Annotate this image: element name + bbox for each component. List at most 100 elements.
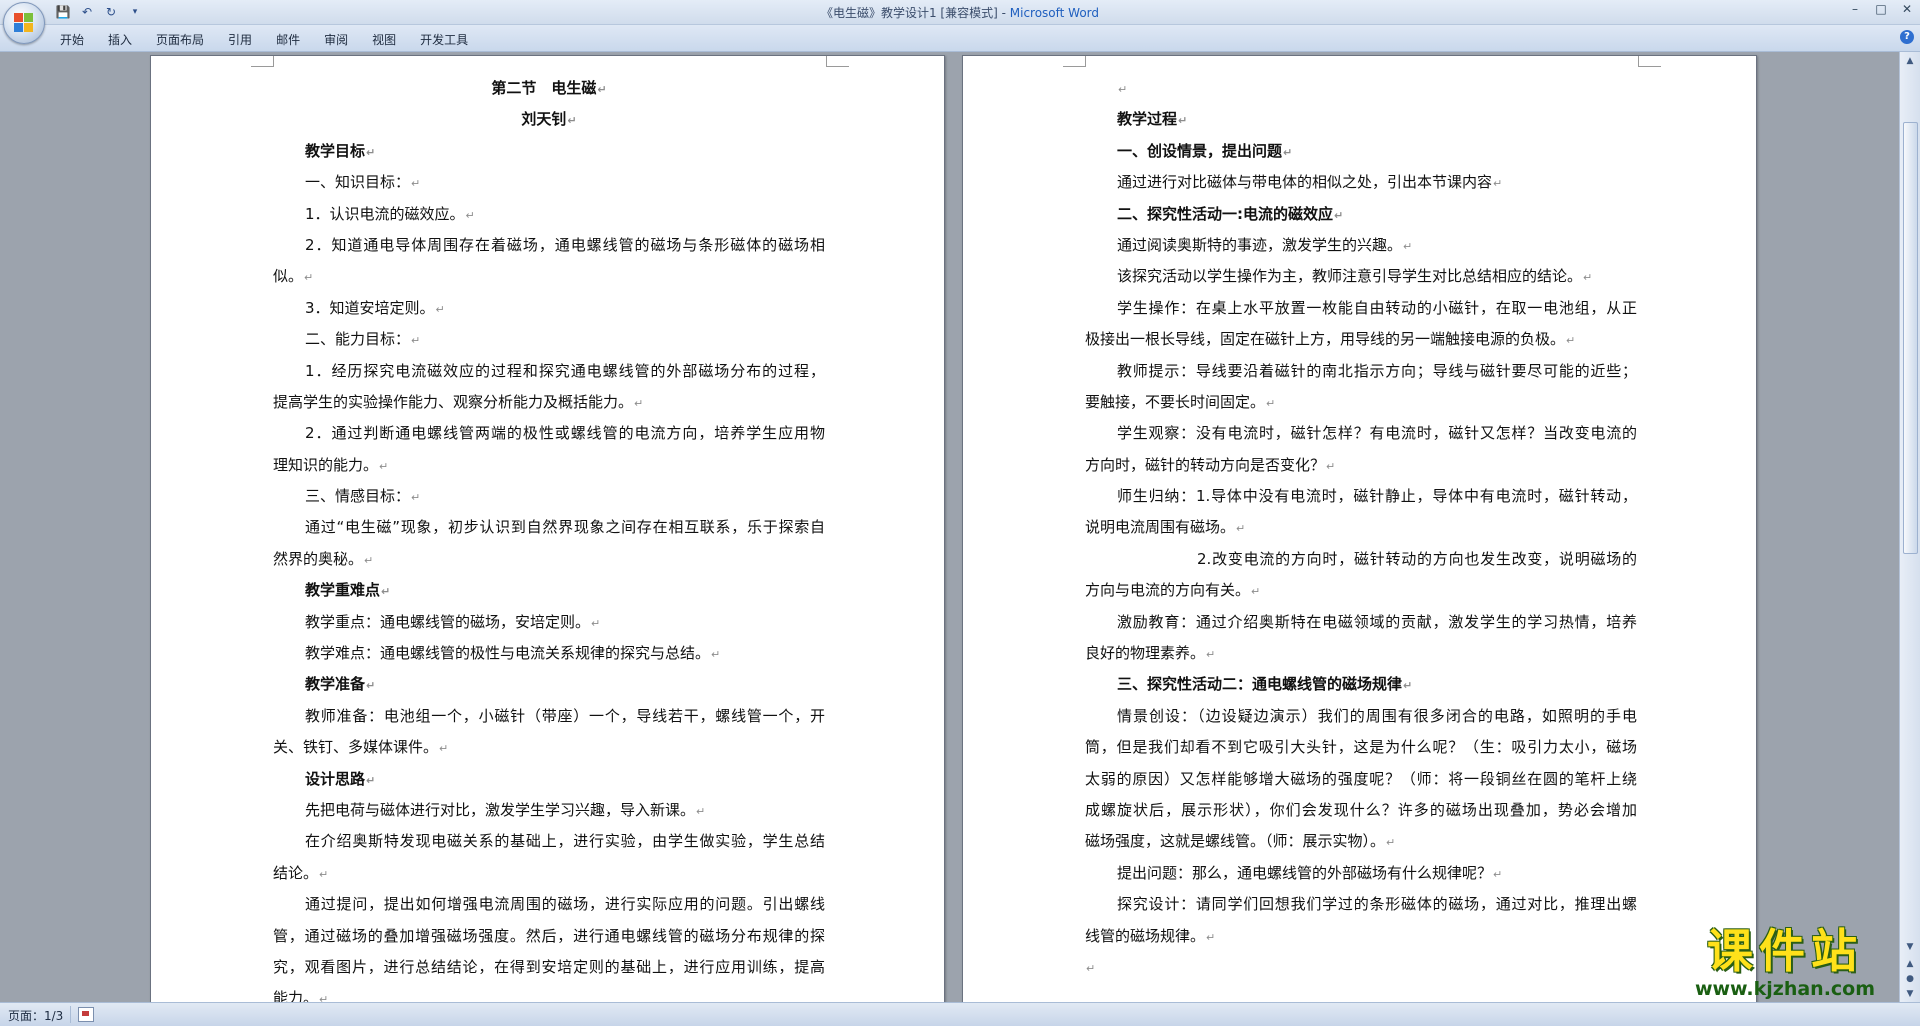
line-text: 激励教育：通过介绍奥斯特在电磁领域的贡献，激发学生的学习热情，培养 (1117, 612, 1637, 631)
paragraph-mark-icon: ↵ (319, 867, 329, 881)
line-text: 1．认识电流的磁效应。 (305, 204, 465, 223)
document-line: 该探究活动以学生操作为主，教师注意引导学生对比总结相应的结论。↵ (1085, 261, 1637, 292)
document-line: 说明电流周围有磁场。↵ (1085, 512, 1637, 543)
window-title: 《电生磁》教学设计1 [兼容模式] - Microsoft Word (0, 4, 1920, 21)
paragraph-mark-icon: ↵ (1251, 585, 1261, 599)
ribbon-tab[interactable]: 审阅 (314, 29, 362, 50)
paragraph-mark-icon: ↵ (1283, 145, 1293, 159)
ribbon-tab[interactable]: 邮件 (266, 29, 314, 50)
line-text: 通过提问，提出如何增强电流周围的磁场，进行实际应用的问题。引出螺线 (305, 895, 825, 914)
document-line: 成螺旋状后，展示形状），你们会发现什么？许多的磁场出现叠加，势必会增加 (1085, 795, 1637, 826)
proofing-icon[interactable] (78, 1007, 94, 1022)
line-text: 方向时，磁针的转动方向是否变化？ (1085, 455, 1326, 474)
line-text: 2．知道通电导体周围存在着磁场，通电螺线管的磁场与条形磁体的磁场相 (305, 235, 825, 254)
document-line: 太弱的原因）又怎样能够增大磁场的强度呢？（师：将一段铜丝在圆的笔杆上绕 (1085, 764, 1637, 795)
line-text: 学生操作：在桌上水平放置一枚能自由转动的小磁针，在取一电池组，从正 (1117, 298, 1637, 317)
line-text: 筒，但是我们却看不到它吸引大头针，这是为什么呢？（生：吸引力太小，磁场 (1085, 738, 1637, 757)
vertical-scrollbar[interactable]: ▲ ▼ ▲ ● ▼ (1899, 52, 1920, 1002)
line-text: 能力。 (273, 989, 319, 1002)
paragraph-mark-icon: ↵ (1266, 396, 1276, 410)
document-line: 良好的物理素养。↵ (1085, 638, 1637, 669)
document-line: ↵ (1085, 73, 1637, 104)
page-2-text[interactable]: ↵ 教学过程↵ 一、创设情景，提出问题↵ 通过进行对比磁体与带电体的相似之处，引出本节… (1085, 73, 1637, 983)
line-text: 线管的磁场规律。 (1085, 926, 1206, 945)
page-1-text[interactable]: 第二节 电生磁↵ 刘天钊↵ 教学目标↵ 一、知识目标：↵ 1．认识电流的磁效应。↵ 2．知… (273, 73, 825, 1002)
paragraph-mark-icon: ↵ (567, 114, 577, 128)
document-line: 三、探究性活动二：通电螺线管的磁场规律↵ (1085, 669, 1637, 700)
document-line: 二、能力目标：↵ (273, 324, 825, 355)
document-line: 二、探究性活动一:电流的磁效应↵ (1085, 199, 1637, 230)
maximize-button[interactable]: □ (1868, 0, 1894, 18)
line-text: 3．知道安培定则。 (305, 298, 435, 317)
line-text: 学生观察：没有电流时，磁针怎样？有电流时，磁针又怎样？当改变电流的 (1117, 424, 1637, 443)
ribbon-tab[interactable]: 引用 (218, 29, 266, 50)
paragraph-mark-icon: ↵ (696, 804, 706, 818)
ribbon-tab[interactable]: 开始 (50, 29, 98, 50)
line-text: 提高学生的实验操作能力、观察分析能力及概括能力。 (273, 392, 634, 411)
paragraph-mark-icon: ↵ (1206, 930, 1216, 944)
line-text: 方向与电流的方向有关。 (1085, 581, 1251, 600)
line-text: 一、知识目标： (305, 173, 411, 192)
document-line: 方向时，磁针的转动方向是否变化？↵ (1085, 450, 1637, 481)
document-line: 设计思路↵ (273, 764, 825, 795)
document-line: 教学目标↵ (273, 136, 825, 167)
line-text: 三、情感目标： (305, 487, 411, 506)
paragraph-mark-icon: ↵ (439, 742, 449, 756)
document-line: 先把电荷与磁体进行对比，激发学生学习兴趣，导入新课。↵ (273, 795, 825, 826)
line-text: 二、能力目标： (305, 330, 411, 349)
document-line: ↵ (1085, 952, 1637, 983)
document-title: 《电生磁》教学设计1 [兼容模式] (820, 6, 998, 20)
paragraph-mark-icon: ↵ (1334, 208, 1344, 222)
document-line: 提出问题：那么，通电螺线管的外部磁场有什么规律呢？↵ (1085, 858, 1637, 889)
paragraph-mark-icon: ↵ (465, 208, 475, 222)
paragraph-mark-icon: ↵ (597, 83, 607, 96)
help-icon[interactable]: ? (1900, 30, 1914, 44)
document-line: 能力。↵ (273, 983, 825, 1002)
line-text: 二、探究性活动一:电流的磁效应 (1117, 204, 1334, 223)
document-line: 理知识的能力。↵ (273, 450, 825, 481)
line-text: 提出问题：那么，通电螺线管的外部磁场有什么规律呢？ (1117, 863, 1493, 882)
close-button[interactable]: ✕ (1894, 0, 1920, 18)
document-line: 教学准备↵ (273, 669, 825, 700)
minimize-button[interactable]: – (1842, 0, 1868, 18)
line-text: 教学重难点 (305, 581, 381, 600)
scroll-up-icon[interactable]: ▲ (1902, 54, 1918, 69)
window-controls: – □ ✕ (1842, 0, 1920, 20)
document-line: 情景创设：（边设疑边演示）我们的周围有很多闭合的电路，如照明的手电 (1085, 701, 1637, 732)
document-line: 方向与电流的方向有关。↵ (1085, 575, 1637, 606)
line-text: 一、创设情景，提出问题 (1117, 141, 1283, 160)
document-line: 教学过程↵ (1085, 104, 1637, 135)
ribbon-tab[interactable]: 页面布局 (146, 29, 218, 50)
line-text: 先把电荷与磁体进行对比，激发学生学习兴趣，导入新课。 (305, 800, 696, 819)
line-text: 第二节 电生磁 (491, 79, 597, 97)
document-line: 线管的磁场规律。↵ (1085, 921, 1637, 952)
document-line: 筒，但是我们却看不到它吸引大头针，这是为什么呢？（生：吸引力太小，磁场 (1085, 732, 1637, 763)
document-line: 一、创设情景，提出问题↵ (1085, 136, 1637, 167)
document-line: 然界的奥秘。↵ (273, 544, 825, 575)
document-line: 究，观看图片，进行总结结论，在得到安培定则的基础上，进行应用训练，提高 (273, 952, 825, 983)
line-text: 教学重点：通电螺线管的磁场，安培定则。 (305, 612, 591, 631)
document-line: 教师准备：电池组一个，小磁针（带座）一个，导线若干，螺线管一个，开 (273, 701, 825, 732)
line-text: 极接出一根长导线，固定在磁针上方，用导线的另一端触接电源的负极。 (1085, 330, 1566, 349)
page-count[interactable]: 页面：1/3 (8, 1007, 63, 1024)
line-text: 究，观看图片，进行总结结论，在得到安培定则的基础上，进行应用训练，提高 (273, 957, 825, 976)
paragraph-mark-icon: ↵ (711, 648, 721, 662)
line-text: 结论。 (273, 863, 319, 882)
scroll-thumb[interactable] (1903, 122, 1918, 554)
office-button[interactable] (3, 2, 45, 44)
document-line: 通过进行对比磁体与带电体的相似之处，引出本节课内容↵ (1085, 167, 1637, 198)
ribbon-tab[interactable]: 插入 (98, 29, 146, 50)
paragraph-mark-icon: ↵ (1386, 836, 1396, 850)
ribbon-tab[interactable]: 视图 (362, 29, 410, 50)
paragraph-mark-icon: ↵ (1236, 522, 1246, 536)
line-text: 设计思路 (305, 769, 366, 788)
line-text: 该探究活动以学生操作为主，教师注意引导学生对比总结相应的结论。 (1117, 267, 1583, 286)
document-line: 2．通过判断通电螺线管两端的极性或螺线管的电流方向，培养学生应用物 (273, 418, 825, 449)
paragraph-mark-icon: ↵ (366, 679, 376, 693)
paragraph-mark-icon: ↵ (1403, 239, 1413, 253)
line-text: 教学准备 (305, 675, 366, 694)
document-line: 学生观察：没有电流时，磁针怎样？有电流时，磁针又怎样？当改变电流的 (1085, 418, 1637, 449)
ribbon-tab[interactable]: 开发工具 (410, 29, 482, 50)
line-text: 教学过程 (1117, 110, 1178, 129)
line-text: 管，通过磁场的叠加增强磁场强度。然后，进行通电螺线管的磁场分布规律的探 (273, 926, 825, 945)
